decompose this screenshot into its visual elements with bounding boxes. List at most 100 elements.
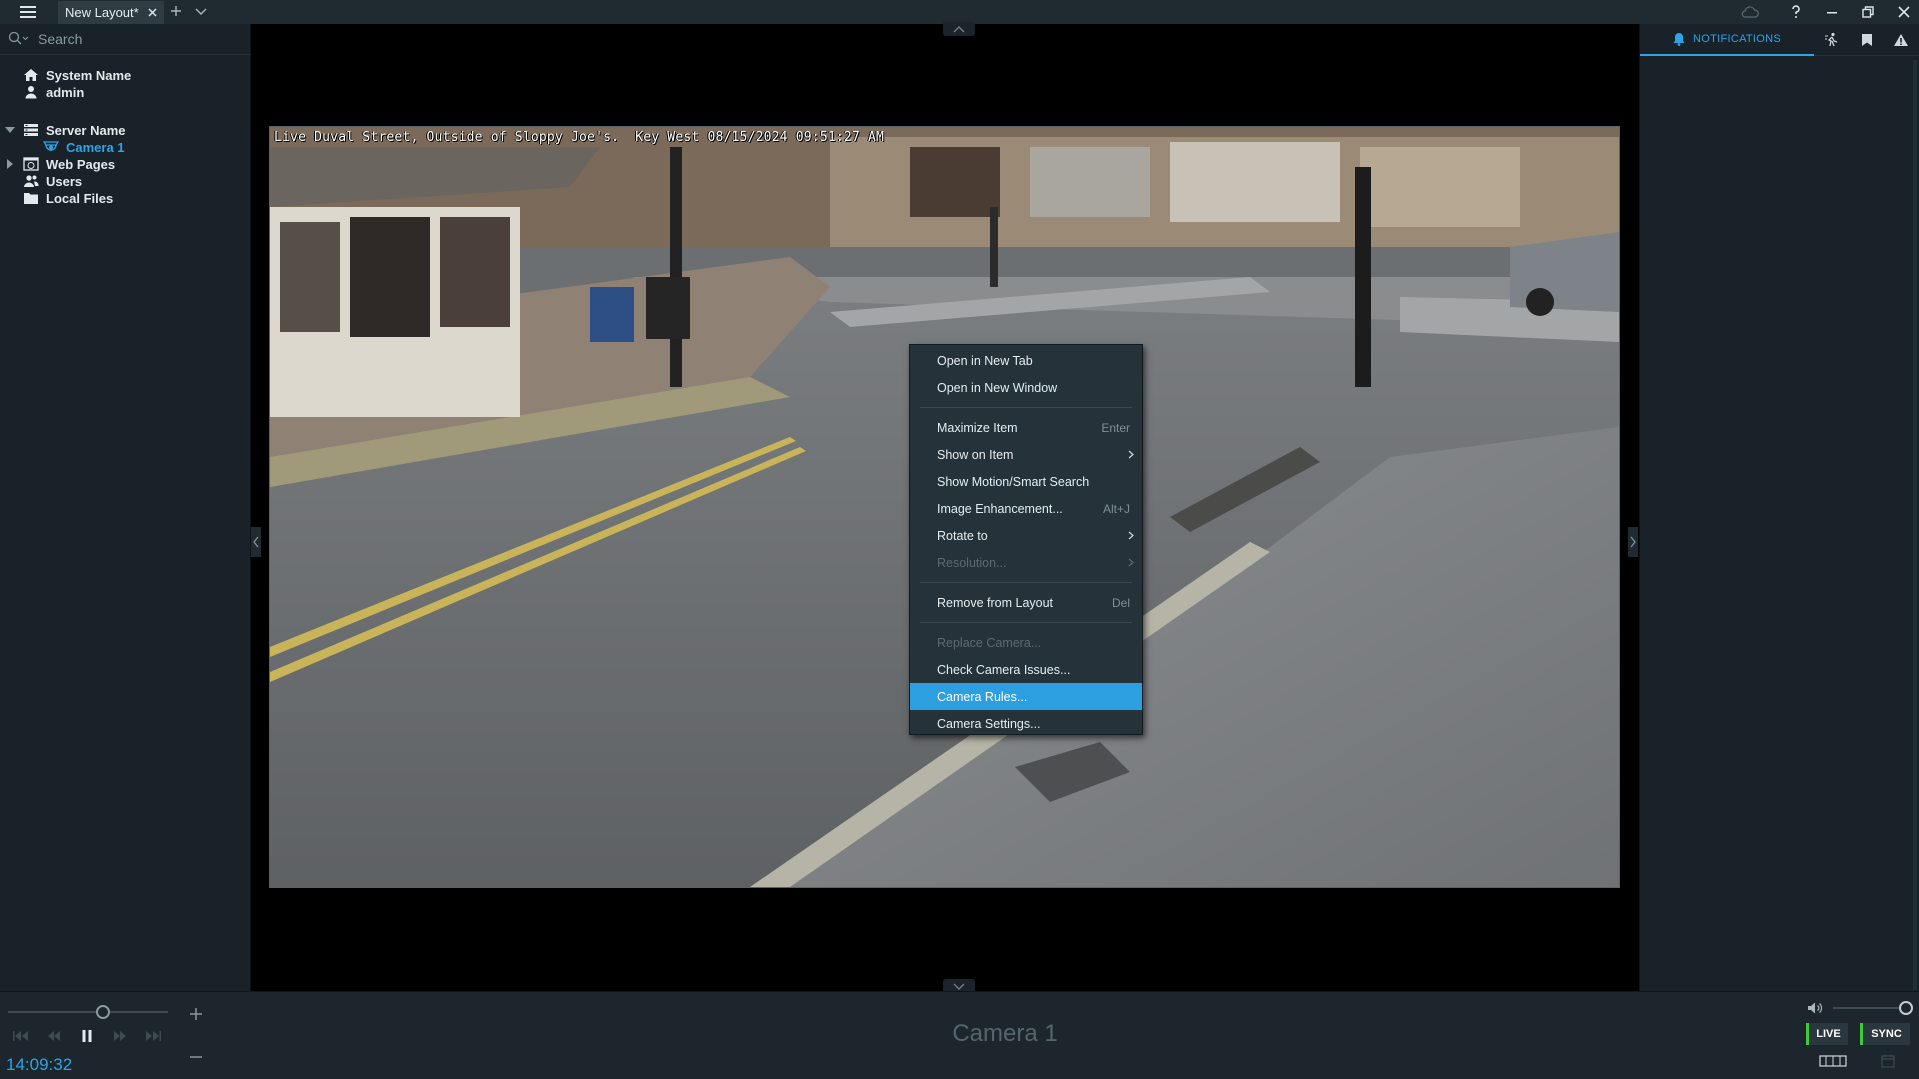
menu-item-motion-search[interactable]: Show Motion/Smart Search — [910, 468, 1142, 495]
menu-item-image-enhancement[interactable]: Image Enhancement... Alt+J — [910, 495, 1142, 522]
step-forward-button[interactable] — [108, 1026, 132, 1046]
minimize-button[interactable] — [1814, 0, 1850, 24]
timeline-zoom-out-button[interactable] — [186, 1047, 206, 1067]
timeline-bar: 14:09:32 Camera 1 LIVE SYNC — [0, 991, 1919, 1079]
sync-button[interactable]: SYNC — [1860, 1023, 1910, 1045]
restore-icon — [1862, 6, 1874, 18]
collapse-right-panel-button[interactable] — [1628, 527, 1638, 557]
skip-to-start-button[interactable] — [9, 1026, 33, 1046]
volume-slider[interactable] — [1833, 1000, 1913, 1016]
tree-item-label: Local Files — [46, 190, 114, 206]
help-button[interactable] — [1778, 0, 1814, 24]
main-menu-button[interactable] — [12, 2, 44, 22]
user-icon — [22, 84, 40, 100]
timeline-camera-name: Camera 1 — [952, 1020, 1058, 1047]
speed-slider-handle[interactable] — [96, 1005, 110, 1019]
volume-icon[interactable] — [1805, 998, 1825, 1018]
thumbnails-toggle-button[interactable] — [1819, 1054, 1847, 1068]
plus-icon — [190, 1008, 202, 1020]
close-window-button[interactable] — [1886, 0, 1919, 24]
playback-speed-slider[interactable] — [8, 1005, 168, 1019]
speed-slider-track — [8, 1011, 168, 1013]
pause-button[interactable] — [75, 1026, 99, 1046]
new-tab-button[interactable] — [168, 3, 184, 19]
menu-item-shortcut: Del — [1111, 595, 1130, 610]
menu-item-replace-camera: Replace Camera... — [910, 629, 1142, 656]
search-icon[interactable] — [8, 31, 30, 47]
tab-close-button[interactable] — [145, 5, 159, 19]
tab-motion[interactable] — [1816, 24, 1848, 56]
step-back-button[interactable] — [42, 1026, 66, 1046]
tree-item-label: admin — [46, 84, 85, 100]
right-panel-tabs: NOTIFICATIONS — [1640, 24, 1919, 56]
plus-icon — [171, 6, 181, 16]
menu-separator — [920, 407, 1132, 408]
skip-back-icon — [13, 1031, 28, 1041]
chevron-down-icon — [953, 983, 965, 990]
close-icon — [147, 7, 157, 17]
tab-list-button[interactable] — [193, 3, 209, 19]
server-icon — [22, 122, 40, 138]
menu-item-label: Replace Camera... — [937, 635, 1042, 650]
skip-to-end-button[interactable] — [141, 1026, 165, 1046]
close-icon — [1898, 6, 1910, 18]
notifications-panel: NOTIFICATIONS — [1639, 24, 1919, 991]
timeline-area[interactable]: Camera 1 — [251, 992, 1639, 1079]
restore-button[interactable] — [1850, 0, 1886, 24]
web-page-icon — [22, 156, 40, 172]
menu-item-open-new-window[interactable]: Open in New Window — [910, 374, 1142, 401]
current-time: 14:09:32 — [6, 1055, 73, 1074]
menu-item-label: Open in New Tab — [937, 353, 1033, 368]
collapsed-arrow-icon[interactable] — [5, 159, 15, 169]
warning-icon — [1894, 34, 1908, 46]
menu-item-label: Resolution... — [937, 555, 1007, 570]
submenu-arrow-icon — [1126, 522, 1136, 549]
notifications-scrollbar[interactable] — [1913, 60, 1917, 990]
menu-item-rotate-to[interactable]: Rotate to — [910, 522, 1142, 549]
menu-item-label: Check Camera Issues... — [937, 662, 1071, 677]
tab-notifications[interactable]: NOTIFICATIONS — [1640, 24, 1814, 56]
menu-item-open-new-tab[interactable]: Open in New Tab — [910, 347, 1142, 374]
collapse-left-panel-button[interactable] — [251, 527, 261, 557]
tab-bookmarks[interactable] — [1851, 24, 1883, 56]
skip-forward-icon — [146, 1031, 161, 1041]
tree-item-user[interactable]: admin — [22, 82, 84, 102]
layout-tab-title: New Layout* — [65, 5, 139, 20]
menu-item-label: Camera Rules... — [937, 689, 1028, 704]
tree-item-local-files[interactable]: Local Files — [22, 188, 113, 208]
camera-osd-text: Live Duval Street, Outside of Sloppy Joe… — [274, 130, 885, 145]
volume-slider-handle[interactable] — [1899, 1001, 1913, 1015]
expanded-arrow-icon[interactable] — [5, 125, 15, 135]
menu-item-remove-from-layout[interactable]: Remove from Layout Del — [910, 589, 1142, 616]
menu-item-label: Image Enhancement... — [937, 501, 1063, 516]
sync-button-label: SYNC — [1871, 1028, 1902, 1040]
minus-icon — [190, 1056, 202, 1058]
live-button[interactable]: LIVE — [1806, 1023, 1848, 1045]
layout-tab[interactable]: New Layout* — [58, 1, 164, 24]
camera-icon — [42, 139, 60, 155]
rewind-icon — [48, 1031, 60, 1041]
menu-item-label: Rotate to — [937, 528, 988, 543]
menu-item-label: Show Motion/Smart Search — [937, 474, 1090, 489]
menu-item-camera-settings[interactable]: Camera Settings... — [910, 710, 1142, 737]
cloud-button[interactable] — [1732, 0, 1768, 24]
search-input[interactable] — [38, 29, 238, 49]
menu-item-check-camera-issues[interactable]: Check Camera Issues... — [910, 656, 1142, 683]
tree-item-label: Server Name — [46, 122, 126, 138]
tree-item-label: System Name — [46, 67, 132, 83]
menu-item-show-on-item[interactable]: Show on Item — [910, 441, 1142, 468]
calendar-button[interactable] — [1880, 1053, 1896, 1069]
menu-item-maximize[interactable]: Maximize Item Enter — [910, 414, 1142, 441]
chevron-up-icon — [953, 25, 965, 32]
timeline-icon — [1819, 1055, 1847, 1067]
menu-item-label: Maximize Item — [937, 420, 1018, 435]
app-window: New Layout* Search System Name admin Ser… — [0, 0, 1919, 1079]
menu-item-label: Camera Settings... — [937, 716, 1041, 731]
timeline-zoom-in-button[interactable] — [186, 1004, 206, 1024]
menu-item-camera-rules[interactable]: Camera Rules... — [910, 683, 1142, 710]
home-icon — [22, 67, 40, 83]
tab-alerts[interactable] — [1885, 24, 1917, 56]
chevron-left-icon — [253, 536, 259, 548]
collapse-top-button[interactable] — [943, 22, 975, 36]
menu-item-resolution: Resolution... — [910, 549, 1142, 576]
